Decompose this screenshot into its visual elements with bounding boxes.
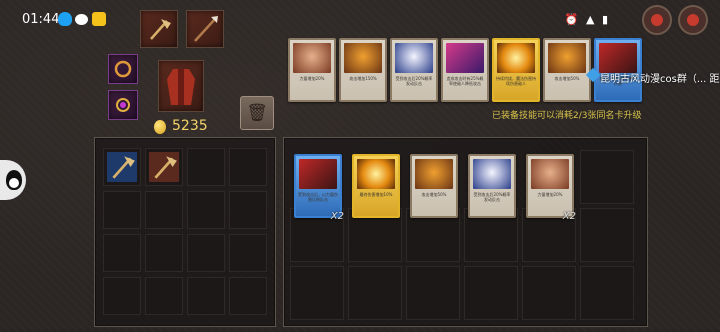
card-slot[interactable] — [522, 266, 576, 320]
upgrade-hint: 已装备技能可以消耗2/3张同名卡升级 — [492, 111, 642, 121]
robe-armor-icon — [167, 69, 195, 105]
inventory-slot[interactable] — [103, 277, 141, 315]
inventory-slot[interactable] — [229, 277, 267, 315]
card-description: 造成攻击时有25%概率使敌人降低攻击 — [446, 76, 484, 86]
inventory-skill-card[interactable]: 力量增加20% X2 — [526, 154, 576, 222]
app-notification-icon — [92, 12, 106, 26]
equip-slot-armor[interactable] — [158, 60, 204, 112]
inventory-skill-card[interactable]: 攻击增加50% — [410, 154, 458, 218]
card-description: 攻击增加150% — [349, 76, 377, 81]
card-inventory-panel: 受到攻击后，以力量伤害比例反击 X2 最终伤害增加10% 攻击增加50% 受到攻击后20… — [283, 137, 648, 327]
record-icon — [651, 14, 663, 26]
bolt-icon — [473, 159, 511, 189]
card-slot[interactable] — [348, 266, 402, 320]
status-right-icons: ⏰ ▲ ▮ — [564, 13, 610, 26]
inventory-slot[interactable] — [145, 234, 183, 272]
trash-button[interactable]: 🗑 — [240, 96, 274, 130]
chat-group-label[interactable]: 昆明古风动漫cos群（... 距 — [600, 70, 720, 85]
card-count: X2 — [330, 211, 344, 222]
inventory-skill-card[interactable]: 最终伤害增加10% — [352, 154, 400, 218]
card-slot[interactable] — [580, 266, 634, 320]
fire-icon — [497, 43, 535, 73]
inventory-slot[interactable] — [187, 191, 225, 229]
fist-icon — [531, 159, 569, 189]
fist-icon — [293, 43, 331, 73]
fire-icon — [357, 159, 395, 189]
sword-icon — [299, 159, 337, 189]
trash-icon: 🗑 — [246, 103, 268, 123]
inventory-skill-card[interactable]: 受到攻击后，以力量伤害比例反击 X2 — [294, 154, 344, 222]
card-description: 持续灼烧，魔法伤害持续伤害敌人 — [496, 76, 536, 86]
inventory-slot[interactable] — [103, 148, 141, 186]
status-time: 01:44 — [22, 12, 60, 27]
overlay-record-button[interactable] — [642, 5, 672, 35]
shield-icon — [415, 159, 453, 189]
status-bar: 01:44 ⏰ ▲ ▮ — [0, 0, 720, 38]
card-description: 攻击增加50% — [554, 76, 580, 81]
inventory-slot[interactable] — [145, 191, 183, 229]
card-slot[interactable] — [290, 266, 344, 320]
equipped-skill-card[interactable]: 攻击增加150% — [339, 38, 387, 102]
inventory-slot[interactable] — [229, 148, 267, 186]
axe-icon — [150, 19, 171, 40]
wechat-notification-icon — [75, 14, 88, 25]
inventory-slot[interactable] — [229, 191, 267, 229]
overlay-close-button[interactable] — [678, 5, 708, 35]
card-slot[interactable] — [406, 266, 460, 320]
inventory-slot[interactable] — [187, 234, 225, 272]
equipped-skill-card[interactable]: 受到攻击后20%概率发动反击 — [390, 38, 438, 102]
card-description: 攻击增加50% — [421, 192, 447, 197]
equip-slot-amulet[interactable] — [108, 90, 138, 120]
inventory-slot[interactable] — [187, 148, 225, 186]
qq-penguin-icon — [6, 170, 22, 190]
magic-icon — [446, 43, 484, 73]
card-description: 力量增加20% — [299, 76, 325, 81]
gold-coin-icon — [154, 120, 166, 134]
card-description: 受到攻击后20%概率发动反击 — [395, 76, 433, 86]
equipped-skill-card[interactable]: 造成攻击时有25%概率使敌人降低攻击 — [441, 38, 489, 102]
card-slot[interactable] — [464, 266, 518, 320]
bolt-icon — [395, 43, 433, 73]
close-icon — [687, 14, 699, 26]
sword-icon — [599, 43, 637, 73]
amulet-icon — [116, 98, 130, 112]
shield-icon — [344, 43, 382, 73]
card-description: 受到攻击后20%概率发动反击 — [473, 192, 511, 202]
card-slot[interactable] — [580, 150, 634, 204]
gold-amount: 5235 — [172, 118, 208, 134]
equipped-skill-card[interactable]: 持续灼烧，魔法伤害持续伤害敌人 — [492, 38, 540, 102]
qq-notification-icon — [58, 12, 72, 26]
equip-slot-weapon-axe[interactable] — [140, 10, 178, 48]
inventory-slot[interactable] — [103, 234, 141, 272]
equip-slot-ring[interactable] — [108, 54, 138, 84]
inventory-slot[interactable] — [229, 234, 267, 272]
ring-icon — [114, 60, 132, 78]
inventory-slot[interactable] — [103, 191, 141, 229]
card-count: X2 — [562, 211, 576, 222]
equip-slot-weapon-spear[interactable] — [186, 10, 224, 48]
inventory-slot[interactable] — [145, 148, 183, 186]
inventory-skill-card[interactable]: 受到攻击后20%概率发动反击 — [468, 154, 516, 218]
axe-icon — [107, 152, 137, 182]
axe-icon — [149, 152, 179, 182]
equipped-skill-card[interactable]: 攻击增加50% — [543, 38, 591, 102]
inventory-slot[interactable] — [187, 277, 225, 315]
spear-icon — [194, 16, 218, 42]
inventory-slot[interactable] — [145, 277, 183, 315]
shield-icon — [548, 43, 586, 73]
equipped-skill-card[interactable]: 力量增加20% — [288, 38, 336, 102]
equipment-inventory-panel — [94, 137, 276, 327]
card-description: 最终伤害增加10% — [359, 192, 393, 197]
card-slot[interactable] — [580, 208, 634, 262]
